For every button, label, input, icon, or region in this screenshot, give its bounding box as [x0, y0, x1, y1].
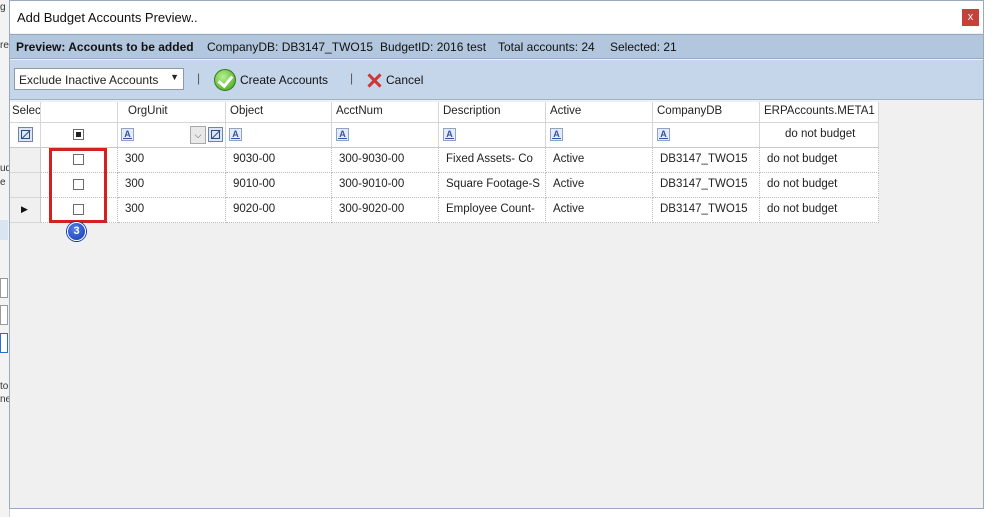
close-button[interactable]: x	[962, 9, 979, 26]
bg-text-fragment: re	[0, 40, 9, 51]
cell-description[interactable]: Fixed Assets- Co	[439, 148, 546, 173]
toolbar-separator: |	[350, 71, 354, 85]
total-accounts-info: Total accounts: 24	[498, 40, 595, 54]
cell-acctnum[interactable]: 300-9030-00	[332, 148, 439, 173]
cell-orgunit[interactable]: 300	[118, 173, 226, 198]
budget-id-info: BudgetID: 2016 test	[380, 40, 487, 54]
row-header[interactable]	[10, 173, 41, 198]
account-filter-select[interactable]: Exclude Inactive Accounts ▼	[14, 68, 184, 90]
column-header-acctnum[interactable]: AcctNum	[332, 102, 439, 123]
column-header-companydb[interactable]: CompanyDB	[653, 102, 760, 123]
chevron-down-icon: ▼	[170, 72, 179, 82]
column-header-description[interactable]: Description	[439, 102, 546, 123]
cell-companydb[interactable]: DB3147_TWO15	[653, 198, 760, 223]
bg-panel	[0, 220, 8, 240]
filter-row-header	[10, 123, 41, 148]
cancel-button[interactable]: Cancel	[366, 68, 423, 92]
filter-operator-icon[interactable]: A	[121, 128, 134, 141]
column-header-meta1[interactable]: ERPAccounts.META1	[760, 102, 879, 123]
column-header-select[interactable]: Select	[10, 102, 41, 123]
toolbar-separator: |	[197, 71, 201, 85]
filter-description[interactable]: A	[439, 123, 546, 148]
cell-active[interactable]: Active	[546, 173, 653, 198]
filter-active[interactable]: A	[546, 123, 653, 148]
create-accounts-label: Create Accounts	[240, 73, 329, 87]
bg-field	[0, 278, 8, 298]
bg-field	[0, 333, 8, 353]
clear-filter-icon[interactable]	[208, 127, 223, 142]
account-filter-value: Exclude Inactive Accounts	[19, 73, 159, 87]
info-bar: Preview: Accounts to be added CompanyDB:…	[10, 34, 983, 59]
row-header[interactable]: ▶	[10, 198, 41, 223]
cell-active[interactable]: Active	[546, 148, 653, 173]
toolbar: Exclude Inactive Accounts ▼ | Create Acc…	[10, 60, 983, 100]
cell-object[interactable]: 9010-00	[226, 173, 332, 198]
title-bar: Add Budget Accounts Preview.. x	[10, 1, 983, 33]
bg-text-fragment: e	[0, 177, 6, 188]
cell-description[interactable]: Square Footage-S	[439, 173, 546, 198]
red-x-icon	[366, 72, 382, 88]
company-db-info: CompanyDB: DB3147_TWO15	[207, 40, 374, 54]
bg-text-fragment: g	[0, 2, 6, 13]
select-all-checkbox[interactable]	[73, 129, 84, 140]
cell-meta1[interactable]: do not budget	[760, 148, 879, 173]
cell-active[interactable]: Active	[546, 198, 653, 223]
filter-object[interactable]: A	[226, 123, 332, 148]
column-header-select-checkbox	[41, 102, 118, 123]
filter-operator-icon[interactable]: A	[336, 128, 349, 141]
cell-object[interactable]: 9030-00	[226, 148, 332, 173]
cell-orgunit[interactable]: 300	[118, 198, 226, 223]
cell-meta1[interactable]: do not budget	[760, 173, 879, 198]
cell-companydb[interactable]: DB3147_TWO15	[653, 173, 760, 198]
callout-number-badge: 3	[67, 222, 86, 241]
green-check-icon	[214, 69, 236, 91]
cell-acctnum[interactable]: 300-9020-00	[332, 198, 439, 223]
create-accounts-button[interactable]: Create Accounts	[214, 68, 328, 92]
cell-orgunit[interactable]: 300	[118, 148, 226, 173]
chevron-down-icon[interactable]: ⌵	[190, 126, 206, 144]
bg-field	[0, 305, 8, 325]
filter-operator-icon[interactable]: A	[657, 128, 670, 141]
selected-count-info: Selected: 21	[610, 40, 677, 54]
current-row-arrow-icon: ▶	[21, 204, 28, 214]
cell-description[interactable]: Employee Count-	[439, 198, 546, 223]
column-header-orgunit[interactable]: OrgUnit	[118, 102, 226, 123]
filter-companydb[interactable]: A	[653, 123, 760, 148]
filter-acctnum[interactable]: A	[332, 123, 439, 148]
window-title: Add Budget Accounts Preview..	[17, 10, 198, 25]
filter-operator-icon[interactable]: A	[443, 128, 456, 141]
cancel-label: Cancel	[386, 73, 424, 87]
callout-highlight-box	[49, 148, 107, 223]
cell-acctnum[interactable]: 300-9010-00	[332, 173, 439, 198]
preview-heading: Preview: Accounts to be added	[16, 40, 194, 54]
bg-text-fragment: to	[0, 381, 9, 392]
filter-orgunit[interactable]: A ⌵	[118, 123, 226, 148]
cell-meta1[interactable]: do not budget	[760, 198, 879, 223]
row-header[interactable]	[10, 148, 41, 173]
cell-companydb[interactable]: DB3147_TWO15	[653, 148, 760, 173]
clear-filters-icon[interactable]	[18, 127, 33, 142]
budget-preview-dialog: Add Budget Accounts Preview.. x Preview:…	[9, 0, 984, 509]
column-header-object[interactable]: Object	[226, 102, 332, 123]
filter-meta1[interactable]: do not budget	[760, 123, 879, 148]
column-header-active[interactable]: Active	[546, 102, 653, 123]
filter-operator-icon[interactable]: A	[229, 128, 242, 141]
meta1-filter-value: do not budget	[785, 128, 856, 140]
cell-object[interactable]: 9020-00	[226, 198, 332, 223]
filter-operator-icon[interactable]: A	[550, 128, 563, 141]
filter-select-all	[41, 123, 118, 148]
